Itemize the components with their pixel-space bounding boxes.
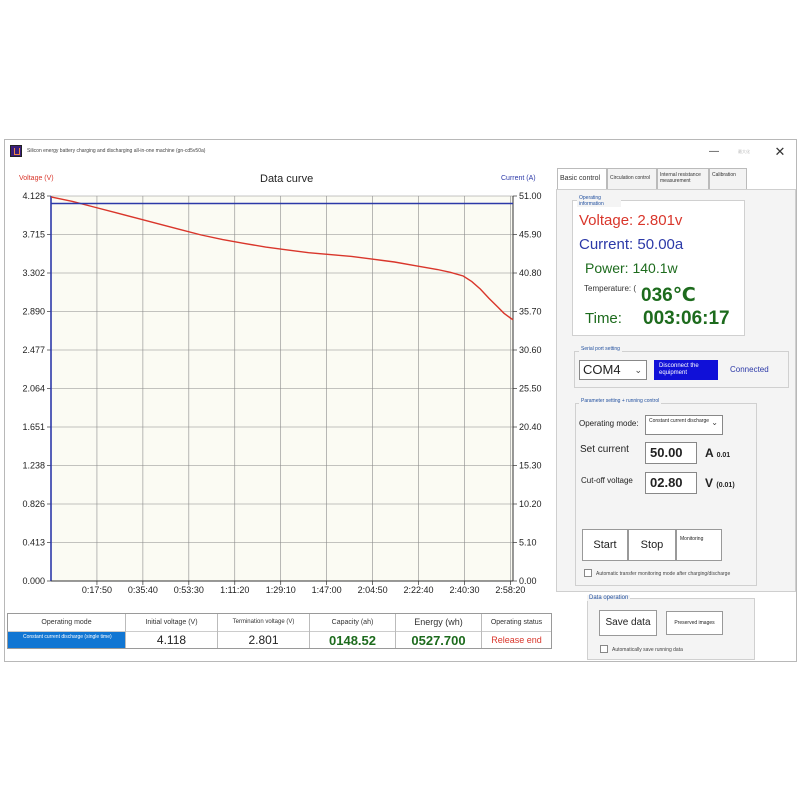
- status-header: Initial voltage (V): [145, 619, 198, 626]
- current-unit: A 0.01: [705, 446, 730, 460]
- close-button[interactable]: ✕: [767, 144, 793, 160]
- parameter-label: Parameter setting + running control: [579, 398, 662, 404]
- y-tick-label: 0.826: [22, 499, 45, 509]
- x-tick-label: 2:04:50: [358, 585, 388, 595]
- tab-basic-control[interactable]: Basic control: [557, 168, 607, 190]
- current-readout: Current: 50.00a: [579, 236, 684, 253]
- y-tick-label: 2.890: [22, 307, 45, 317]
- status-table: Operating mode Constant current discharg…: [7, 613, 552, 649]
- cutoff-voltage-label: Cut-off voltage: [581, 476, 633, 485]
- y2-tick-label: 40.80: [519, 268, 542, 278]
- status-col-capacity: Capacity (ah) 0148.52: [310, 614, 396, 648]
- y2-tick-label: 5.10: [519, 538, 537, 548]
- status-col-status: Operating status Release end: [482, 614, 551, 648]
- voltage-readout: Voltage: 2.801v: [579, 212, 683, 229]
- monitoring-button[interactable]: Monitoring: [676, 529, 722, 561]
- current-step: 0.01: [716, 452, 731, 459]
- x-tick-label: 0:17:50: [82, 585, 112, 595]
- maximize-button[interactable]: 最大化: [731, 144, 757, 160]
- cutoff-voltage-input[interactable]: 02.80: [645, 472, 697, 494]
- status-col-initial-voltage: Initial voltage (V) 4.118: [126, 614, 218, 648]
- x-tick-label: 2:58:20: [495, 585, 525, 595]
- y2-tick-label: 20.40: [519, 422, 542, 432]
- time-readout: 003:06:17: [643, 308, 730, 329]
- preserved-images-button[interactable]: Preserved images: [666, 611, 723, 635]
- chevron-down-icon: ⌄: [711, 418, 718, 427]
- x-tick-label: 2:40:30: [449, 585, 479, 595]
- serial-port-label: Serial port setting: [579, 346, 622, 352]
- operating-mode-value: Constant current discharge (single time): [8, 631, 125, 648]
- disconnect-button[interactable]: Disconnect the equipment: [654, 360, 718, 380]
- operating-status-value: Release end: [482, 631, 551, 648]
- status-header: Termination voltage (V): [232, 619, 295, 625]
- y-tick-label: 0.413: [22, 538, 45, 548]
- status-col-energy: Energy (wh) 0527.700: [396, 614, 482, 648]
- com-port-value: COM4: [583, 362, 621, 377]
- x-tick-label: 1:11:20: [220, 585, 249, 595]
- data-operation-label: Data operation: [587, 595, 631, 601]
- operating-mode-label: Operating mode:: [579, 419, 639, 428]
- y-tick-label: 1.238: [22, 461, 45, 471]
- tab-circulation-control[interactable]: Circulation control: [607, 168, 657, 189]
- tab-calibration[interactable]: Calibration: [709, 168, 747, 189]
- y-tick-label: 3.302: [22, 268, 45, 278]
- operating-info-label: Operating information: [577, 195, 621, 207]
- y2-tick-label: 15.30: [519, 461, 542, 471]
- set-current-input[interactable]: 50.00: [645, 442, 697, 464]
- operating-mode-select[interactable]: Constant current discharge ⌄: [645, 415, 723, 435]
- auto-save-label: Automatically save running data: [612, 647, 683, 653]
- x-tick-label: 2:22:40: [404, 585, 434, 595]
- auto-transfer-label: Automatic transfer monitoring mode after…: [596, 571, 731, 577]
- save-data-button[interactable]: Save data: [599, 610, 657, 636]
- voltage-step: (0.01): [716, 482, 735, 489]
- y2-tick-label: 10.20: [519, 499, 542, 509]
- y2-tick-label: 35.70: [519, 307, 542, 317]
- chevron-down-icon: ⌄: [634, 365, 642, 375]
- y-tick-label: 0.000: [22, 576, 45, 586]
- status-header: Capacity (ah): [331, 619, 374, 626]
- status-col-mode: Operating mode Constant current discharg…: [8, 614, 126, 648]
- y2-tick-label: 51.00: [519, 191, 542, 201]
- y-tick-label: 2.064: [22, 384, 45, 394]
- current-unit-text: A: [705, 446, 714, 460]
- x-tick-label: 1:29:10: [266, 585, 296, 595]
- capacity-value: 0148.52: [310, 631, 395, 648]
- voltage-unit-text: V: [705, 476, 714, 490]
- auto-transfer-checkbox[interactable]: [584, 569, 592, 577]
- auto-save-checkbox[interactable]: [600, 645, 608, 653]
- voltage-unit: V (0.01): [705, 476, 735, 490]
- y2-tick-label: 25.50: [519, 384, 542, 394]
- connection-status: Connected: [730, 365, 769, 374]
- initial-voltage-value: 4.118: [126, 631, 217, 648]
- y2-tick-label: 45.90: [519, 230, 542, 240]
- x-tick-label: 0:53:30: [174, 585, 204, 595]
- power-readout: Power: 140.1w: [585, 260, 678, 276]
- data-curve-chart: 0.000 0.000.413 5.100.826 10.201.238 15.301.…: [22, 191, 542, 595]
- stop-button[interactable]: Stop: [628, 529, 676, 561]
- temperature-readout: 036℃: [641, 285, 696, 306]
- status-header: Energy (wh): [414, 617, 463, 627]
- temperature-label: Temperature: (: [584, 284, 637, 293]
- status-header: Operating mode: [41, 619, 92, 626]
- energy-value: 0527.700: [396, 631, 481, 648]
- set-current-label: Set current: [580, 444, 629, 455]
- y-tick-label: 4.128: [22, 191, 45, 201]
- x-tick-label: 1:47:00: [312, 585, 342, 595]
- y-tick-label: 1.651: [22, 422, 45, 432]
- start-button[interactable]: Start: [582, 529, 628, 561]
- y2-tick-label: 30.60: [519, 345, 542, 355]
- status-header: Operating status: [490, 619, 543, 626]
- y-tick-label: 3.715: [22, 230, 45, 240]
- time-label: Time:: [585, 310, 622, 327]
- x-tick-label: 0:35:40: [128, 585, 158, 595]
- y-tick-label: 2.477: [22, 345, 45, 355]
- status-col-termination-voltage: Termination voltage (V) 2.801: [218, 614, 310, 648]
- minimize-button[interactable]: —: [701, 144, 727, 160]
- termination-voltage-value: 2.801: [218, 631, 309, 648]
- com-port-select[interactable]: COM4 ⌄: [579, 360, 647, 380]
- tab-internal-resistance[interactable]: Internal resistance measurement: [657, 168, 709, 189]
- operating-mode-selected: Constant current discharge: [649, 418, 710, 424]
- app-window: Silicon energy battery charging and disc…: [4, 139, 797, 662]
